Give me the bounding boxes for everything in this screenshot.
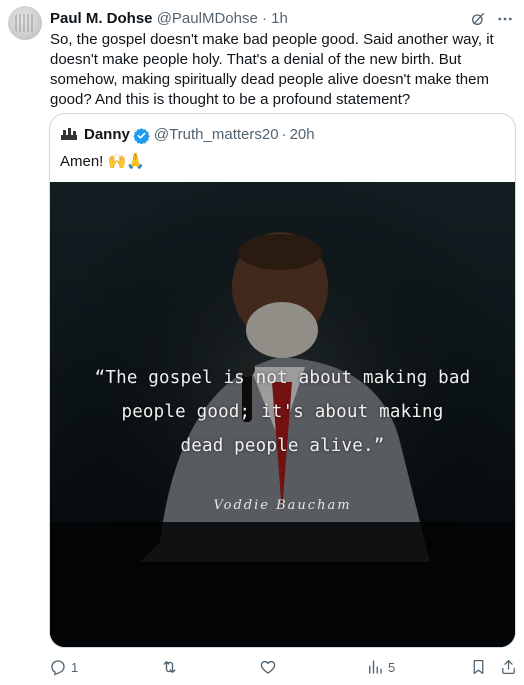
reply-count: 1 [71,659,79,675]
views-count: 5 [388,659,396,675]
more-icon[interactable] [496,10,514,28]
grok-icon[interactable] [470,11,486,27]
bookmark-button[interactable] [470,656,487,678]
separator-dot: · [261,10,267,27]
quoted-tweet-text: Amen! 🙌🙏 [60,153,145,170]
tweet-time[interactable]: 1h [271,10,288,27]
author-handle[interactable]: @PaulMDohse [157,10,258,27]
bookmark-icon [470,658,487,676]
verified-badge-icon [133,127,150,144]
quoted-time[interactable]: 20h [290,126,315,144]
tweet-text: So, the gospel doesn't make bad people g… [50,31,494,108]
views-button[interactable]: 5 [366,656,395,678]
author-name[interactable]: Paul M. Dohse [50,10,153,27]
avatar[interactable] [8,6,42,40]
quoted-tweet-header: Danny @Truth_matters20 · 20h [60,126,315,144]
quote-line-2: people good; it's about making [121,402,444,422]
views-icon [366,658,384,676]
like-button[interactable] [259,656,281,678]
quoted-avatar[interactable] [60,126,78,144]
reply-icon [49,658,67,676]
quote-line-3: dead people alive.” [180,436,385,456]
quote-line-1: “The gospel is not about making bad [94,368,471,388]
tweet-header: Paul M. Dohse @PaulMDohse · 1h [50,9,516,29]
quoted-author-name[interactable]: Danny [84,126,130,144]
share-button[interactable] [500,656,517,678]
retweet-icon [160,658,179,676]
quoted-separator: · [281,126,287,143]
quoted-tweet[interactable]: Danny @Truth_matters20 · 20h Amen! 🙌🙏 “T… [49,113,516,648]
quote-signature: Voddie Baucham [213,498,352,513]
header-icons [470,9,514,29]
quoted-media-image[interactable]: “The gospel is not about making bad peop… [50,182,515,647]
share-icon [500,658,517,676]
reply-button[interactable]: 1 [49,656,78,678]
action-bar: 1 5 [49,656,517,678]
like-icon [259,658,277,676]
retweet-button[interactable] [160,656,183,678]
quoted-author-handle[interactable]: @Truth_matters20 [154,126,279,144]
